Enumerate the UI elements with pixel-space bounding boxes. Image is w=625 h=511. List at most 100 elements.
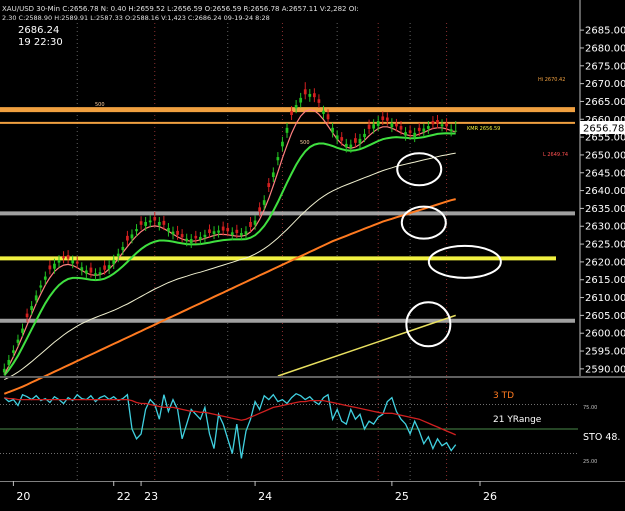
candle-body: [253, 220, 257, 225]
candle-body: [21, 328, 24, 333]
candle-body: [57, 260, 61, 263]
mid-label: KMR 2656.59: [467, 126, 500, 132]
osc-level-low: 25.00: [583, 459, 597, 465]
date-tick-label: 25: [395, 490, 409, 503]
price-chart[interactable]: XAU/USD 30-Min C:2656.78 N: 0.40 H:2659.…: [0, 0, 625, 511]
candle-body: [235, 229, 239, 234]
candle-body: [358, 138, 362, 144]
candle-body: [62, 256, 65, 259]
price-tick-label: 2675.00: [585, 61, 625, 72]
indicator-label-range: 21 YRange: [493, 415, 542, 425]
candle-body: [185, 238, 189, 242]
last-price-marker: 2656.78: [580, 121, 625, 135]
candle-body: [203, 234, 207, 238]
candle-body: [48, 265, 52, 270]
candle-body: [153, 216, 157, 221]
candle-body: [395, 123, 398, 127]
candle-body: [267, 183, 271, 188]
candle-body: [94, 273, 97, 276]
candle-body: [290, 111, 293, 115]
candle-body: [281, 141, 284, 147]
candle-body: [217, 230, 220, 233]
osc-level-high: 75.00: [583, 405, 597, 411]
candle-body: [208, 229, 211, 234]
candle-body: [399, 126, 403, 130]
candle-body: [194, 235, 198, 239]
candle-body: [331, 127, 334, 133]
candle-body: [16, 339, 20, 343]
small-label-1: 500: [95, 102, 105, 108]
candle-body: [445, 123, 448, 127]
candle-body: [34, 295, 38, 301]
candle-body: [148, 220, 152, 223]
candle-body: [440, 124, 444, 127]
candle-body: [198, 236, 202, 240]
price-tick-label: 2645.00: [585, 168, 625, 179]
candle-body: [221, 226, 225, 231]
candle-body: [303, 89, 307, 95]
candle-body: [436, 119, 439, 124]
header-line1: XAU/USD 30-Min C:2656.78 N: 0.40 H:2659.…: [2, 5, 359, 13]
candle-body: [244, 231, 248, 235]
candle-body: [121, 246, 125, 251]
candle-body: [12, 350, 15, 353]
candle-body: [66, 255, 70, 259]
candle-body: [107, 265, 111, 270]
date-tick-label: 26: [483, 490, 497, 503]
candle-body: [7, 359, 11, 365]
price-tick-label: 2625.00: [585, 240, 625, 251]
price-tick-label: 2680.00: [585, 43, 625, 54]
candle-body: [426, 126, 430, 129]
candle-body: [71, 260, 75, 264]
indicator-label-td: 3 TD: [493, 391, 514, 401]
candle-body: [299, 97, 303, 103]
candle-body: [258, 207, 262, 212]
header-line2: 2.30 C:2588.90 H:2589.91 L:2587.33 O:258…: [2, 14, 270, 22]
candle-body: [130, 234, 134, 239]
candle-body: [249, 221, 252, 227]
candle-body: [240, 233, 243, 236]
candle-body: [212, 231, 216, 235]
candle-body: [262, 200, 266, 205]
price-tick-label: 2615.00: [585, 275, 625, 286]
candle-body: [449, 129, 453, 132]
candle-body: [171, 231, 175, 235]
candle-body: [157, 221, 161, 226]
date-tick-label: 20: [16, 490, 30, 503]
small-label-2: 500: [300, 140, 310, 146]
candle-body: [80, 267, 84, 271]
candle-body: [226, 228, 230, 232]
candle-body: [363, 133, 366, 138]
candle-body: [180, 234, 184, 238]
candle-body: [367, 124, 371, 129]
candle-body: [139, 221, 143, 225]
candle-body: [294, 105, 298, 109]
last-price-label: 2656.78: [583, 124, 624, 135]
candle-body: [326, 114, 330, 120]
candle-body: [25, 313, 29, 318]
candle-body: [271, 172, 275, 178]
indicator-label-sto: STO 48.: [583, 432, 620, 443]
candle-body: [230, 232, 234, 236]
cursor-time: 19 22:30: [18, 37, 63, 48]
candle-body: [390, 123, 394, 128]
price-tick-label: 2635.00: [585, 204, 625, 215]
candle-body: [43, 276, 47, 280]
candle-body: [354, 138, 357, 143]
candle-body: [112, 259, 116, 265]
candle-body: [308, 93, 312, 97]
candle-body: [135, 229, 138, 232]
candle-body: [103, 265, 106, 270]
candle-body: [39, 285, 43, 288]
candle-body: [344, 143, 348, 148]
candle-body: [75, 261, 79, 264]
price-tick-label: 2605.00: [585, 311, 625, 322]
cursor-price: 2686.24: [18, 25, 59, 36]
candle-body: [285, 127, 289, 133]
price-tick-label: 2640.00: [585, 186, 625, 197]
candle-body: [340, 137, 344, 141]
candle-body: [176, 230, 179, 235]
candle-body: [376, 121, 380, 127]
candle-body: [317, 99, 321, 103]
price-tick-label: 2600.00: [585, 329, 625, 340]
